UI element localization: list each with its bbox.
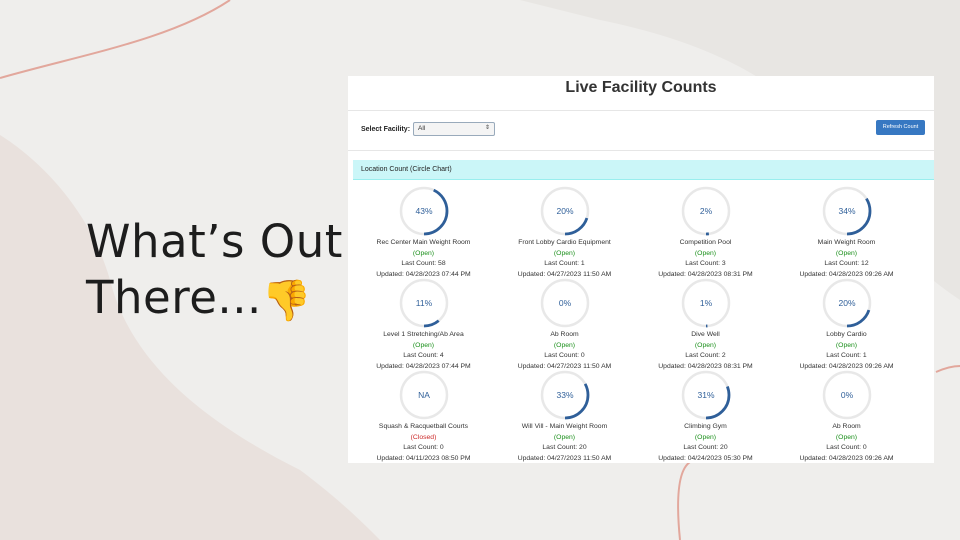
occupancy-percent: NA bbox=[418, 390, 430, 400]
location-last-count: Last Count: 4 bbox=[403, 352, 444, 359]
location-name: Level 1 Stretching/Ab Area bbox=[383, 331, 464, 338]
location-last-count: Last Count: 3 bbox=[685, 260, 726, 267]
location-card: 1% Dive Well (Open) Last Count: 2 Updated: 0… bbox=[635, 276, 776, 372]
occupancy-ring: NA bbox=[399, 370, 448, 420]
location-status: (Open) bbox=[412, 341, 435, 349]
location-card: 20% Front Lobby Cardio Equipment (Open) Las… bbox=[494, 184, 635, 280]
location-last-count: Last Count: 20 bbox=[542, 444, 587, 451]
location-status: (Open) bbox=[835, 341, 858, 349]
occupancy-percent: 33% bbox=[556, 390, 573, 400]
occupancy-percent: 1% bbox=[699, 298, 712, 308]
location-last-count: Last Count: 1 bbox=[826, 352, 867, 359]
occupancy-ring: 20% bbox=[822, 278, 871, 328]
location-status: (Open) bbox=[694, 341, 717, 349]
location-status: (Closed) bbox=[410, 433, 437, 441]
occupancy-percent: 34% bbox=[838, 206, 855, 216]
occupancy-ring: 1% bbox=[681, 278, 730, 328]
occupancy-percent: 43% bbox=[415, 206, 432, 216]
occupancy-ring: 11% bbox=[399, 278, 448, 328]
slide-title-line-1: What’s Out bbox=[86, 215, 343, 268]
location-status: (Open) bbox=[694, 433, 717, 441]
chevron-updown-icon: ⇕ bbox=[484, 125, 490, 131]
location-last-count: Last Count: 58 bbox=[401, 260, 446, 267]
location-status: (Open) bbox=[553, 341, 576, 349]
slide-title-line-2: There... bbox=[86, 271, 262, 324]
location-card: 20% Lobby Cardio (Open) Last Count: 1 Update… bbox=[776, 276, 917, 372]
facility-select-value: All bbox=[418, 125, 426, 132]
location-name: Lobby Cardio bbox=[826, 331, 867, 338]
location-name: Front Lobby Cardio Equipment bbox=[518, 239, 611, 246]
occupancy-ring: 34% bbox=[822, 186, 871, 236]
occupancy-ring: 0% bbox=[822, 370, 871, 420]
occupancy-percent: 0% bbox=[840, 390, 853, 400]
thumbs-down-icon: 👎 bbox=[261, 278, 313, 324]
location-card: 11% Level 1 Stretching/Ab Area (Open) Last … bbox=[353, 276, 494, 372]
location-status: (Open) bbox=[553, 249, 576, 257]
occupancy-percent: 20% bbox=[556, 206, 573, 216]
occupancy-percent: 31% bbox=[697, 390, 714, 400]
location-status: (Open) bbox=[694, 249, 717, 257]
location-last-count: Last Count: 2 bbox=[685, 352, 726, 359]
occupancy-ring: 2% bbox=[681, 186, 730, 236]
location-name: Ab Room bbox=[550, 331, 579, 338]
select-facility-label: Select Facility: bbox=[361, 126, 411, 133]
refresh-count-button[interactable]: Refresh Count bbox=[876, 120, 925, 135]
location-card: NA Squash & Racquetball Courts (Closed) Las… bbox=[353, 368, 494, 463]
facility-select[interactable]: All ⇕ bbox=[413, 122, 495, 136]
occupancy-ring: 20% bbox=[540, 186, 589, 236]
location-name: Rec Center Main Weight Room bbox=[376, 239, 471, 246]
location-updated: Updated: 04/24/2023 05:30 PM bbox=[658, 454, 753, 462]
location-updated: Updated: 04/28/2023 09:26 AM bbox=[799, 454, 894, 462]
location-card: 2% Competition Pool (Open) Last Count: 3 Upd… bbox=[635, 184, 776, 280]
location-status: (Open) bbox=[553, 433, 576, 441]
location-last-count: Last Count: 0 bbox=[544, 352, 585, 359]
location-card: 0% Ab Room (Open) Last Count: 0 Updated: 04/… bbox=[494, 276, 635, 372]
occupancy-percent: 20% bbox=[838, 298, 855, 308]
location-updated: Updated: 04/11/2023 08:50 PM bbox=[376, 454, 471, 462]
location-status: (Open) bbox=[412, 249, 435, 257]
location-card: 43% Rec Center Main Weight Room (Open) Last… bbox=[353, 184, 494, 280]
location-name: Competition Pool bbox=[679, 239, 732, 246]
facility-controls: Select Facility: All ⇕ Refresh Count bbox=[348, 110, 934, 151]
location-last-count: Last Count: 0 bbox=[826, 444, 867, 451]
location-count-panel-header: Location Count (Circle Chart) bbox=[353, 160, 934, 180]
location-status: (Open) bbox=[835, 249, 858, 257]
slide-title: What’s Out There...👎 bbox=[86, 214, 343, 329]
location-card: 31% Climbing Gym (Open) Last Count: 20 Updat… bbox=[635, 368, 776, 463]
location-name: Dive Well bbox=[691, 331, 720, 338]
location-card: 0% Ab Room (Open) Last Count: 0 Updated: 04/… bbox=[776, 368, 917, 463]
location-name: Climbing Gym bbox=[684, 423, 727, 430]
location-name: Will Vill - Main Weight Room bbox=[521, 423, 608, 430]
location-name: Main Weight Room bbox=[817, 239, 876, 246]
occupancy-percent: 0% bbox=[558, 298, 571, 308]
occupancy-ring: 31% bbox=[681, 370, 730, 420]
location-card: 34% Main Weight Room (Open) Last Count: 12 U… bbox=[776, 184, 917, 280]
location-last-count: Last Count: 20 bbox=[683, 444, 728, 451]
location-last-count: Last Count: 0 bbox=[403, 444, 444, 451]
facility-counts-screenshot: Live Facility Counts Select Facility: Al… bbox=[348, 76, 934, 463]
occupancy-ring: 0% bbox=[540, 278, 589, 328]
occupancy-percent: 2% bbox=[699, 206, 712, 216]
location-name: Squash & Racquetball Courts bbox=[378, 423, 469, 430]
page-title: Live Facility Counts bbox=[348, 76, 934, 111]
location-card: 33% Will Vill - Main Weight Room (Open) Las… bbox=[494, 368, 635, 463]
occupancy-ring: 43% bbox=[399, 186, 448, 236]
location-status: (Open) bbox=[835, 433, 858, 441]
occupancy-percent: 11% bbox=[415, 298, 432, 308]
location-last-count: Last Count: 1 bbox=[544, 260, 585, 267]
location-last-count: Last Count: 12 bbox=[824, 260, 869, 267]
location-name: Ab Room bbox=[832, 423, 861, 430]
occupancy-ring: 33% bbox=[540, 370, 589, 420]
location-updated: Updated: 04/27/2023 11:50 AM bbox=[517, 454, 612, 462]
